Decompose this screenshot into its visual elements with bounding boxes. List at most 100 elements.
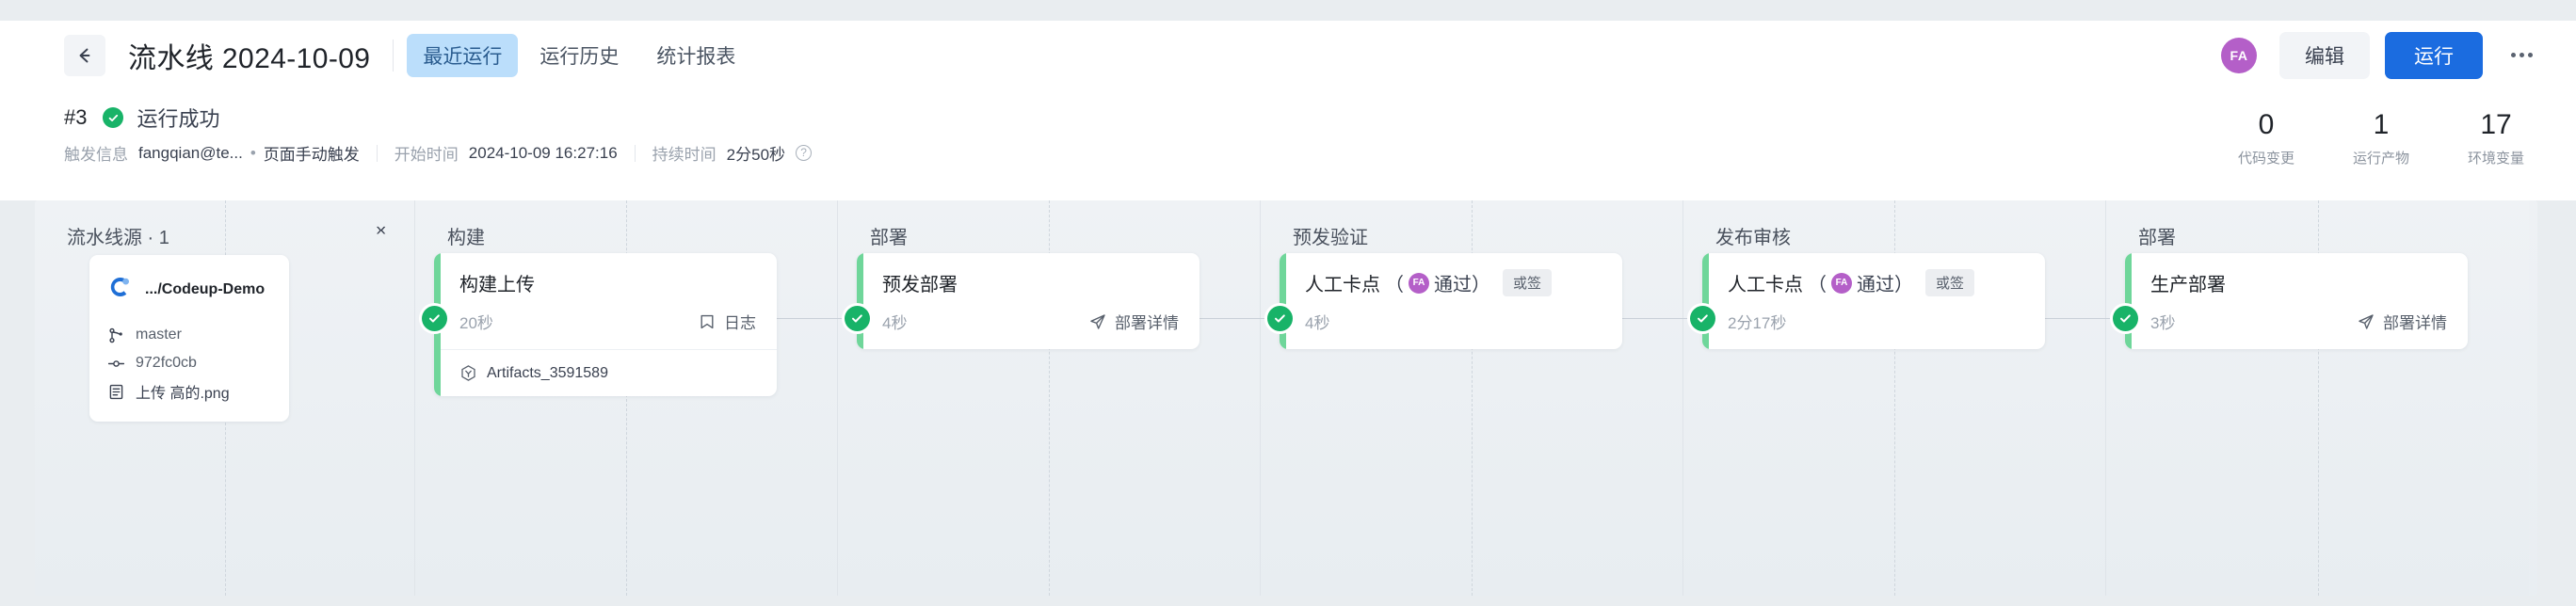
job-artifact-row[interactable]: Artifacts_3591589 bbox=[434, 349, 777, 396]
job-subrow: 3秒 部署详情 bbox=[2150, 310, 2447, 333]
source-repo-name: .../Codeup-Demo bbox=[145, 280, 266, 297]
job-body: 构建上传 20秒 日志 bbox=[434, 253, 777, 349]
stat-code-changes[interactable]: 0 代码变更 bbox=[2226, 108, 2307, 167]
artifact-icon bbox=[459, 364, 477, 382]
paren-open: （ bbox=[1385, 275, 1404, 295]
job-title-row: 预发部署 bbox=[882, 269, 1179, 296]
job-subrow: 4秒 部署详情 bbox=[882, 310, 1179, 333]
job-body: 生产部署 3秒 部署详情 bbox=[2125, 253, 2468, 349]
job-title: 构建上传 bbox=[459, 275, 535, 295]
job-title-row: 人工卡点 （ FA 通过 ） 或签 bbox=[1728, 269, 2024, 296]
run-status-text: 运行成功 bbox=[137, 107, 220, 131]
header-tabs: 最近运行 运行历史 统计报表 bbox=[407, 33, 757, 77]
page-title: 流水线 2024-10-09 bbox=[128, 42, 371, 74]
stage-column-deploy-production: 部署 生产部署 3秒 部署详情 bbox=[2093, 200, 2529, 596]
stage-heading: 部署 bbox=[2138, 228, 2176, 248]
stage-heading: 预发验证 bbox=[1293, 228, 1368, 248]
job-title-row: 人工卡点 （ FA 通过 ） 或签 bbox=[1305, 269, 1602, 296]
approve-text: 通过 bbox=[1434, 275, 1472, 295]
job-subrow: 2分17秒 bbox=[1728, 310, 2024, 333]
job-deploy-detail-label: 部署详情 bbox=[2383, 314, 2447, 332]
check-circle-icon bbox=[103, 107, 124, 128]
approve-text: 通过 bbox=[1857, 275, 1894, 295]
sign-mode-badge: 或签 bbox=[1925, 269, 1975, 296]
log-icon bbox=[699, 313, 716, 330]
run-button[interactable]: 运行 bbox=[2385, 31, 2483, 79]
pipeline-run-page: 流水线 2024-10-09 最近运行 运行历史 统计报表 FA 编辑 运行 #… bbox=[0, 0, 2576, 606]
check-circle-icon bbox=[1267, 306, 1293, 331]
edit-button[interactable]: 编辑 bbox=[2279, 31, 2370, 79]
job-title: 人工卡点 bbox=[1305, 275, 1380, 295]
job-body: 人工卡点 （ FA 通过 ） 或签 4秒 bbox=[1280, 253, 1622, 349]
job-duration: 2分17秒 bbox=[1728, 314, 1787, 332]
paren-close: ） bbox=[1472, 275, 1490, 295]
paren-close: ） bbox=[1894, 275, 1913, 295]
check-circle-icon bbox=[422, 306, 447, 331]
arrow-left-icon bbox=[79, 48, 90, 62]
job-title: 预发部署 bbox=[882, 275, 958, 295]
job-title: 生产部署 bbox=[2150, 275, 2226, 295]
job-card-build-upload[interactable]: 构建上传 20秒 日志 Artifacts_3591589 bbox=[434, 253, 777, 396]
question-circle-icon[interactable]: ? bbox=[796, 145, 813, 161]
job-artifact-name: Artifacts_3591589 bbox=[487, 364, 608, 381]
pipeline-source-column: 流水线源 · 1 ›‹ .../Codeup-Demo master 972fc… bbox=[35, 200, 415, 596]
stage-heading: 构建 bbox=[447, 228, 485, 248]
more-horizontal-icon[interactable] bbox=[2507, 45, 2536, 65]
job-deploy-detail-link[interactable]: 部署详情 bbox=[2358, 310, 2447, 333]
trigger-label: 触发信息 bbox=[64, 146, 128, 164]
tab-recent-run[interactable]: 最近运行 bbox=[407, 33, 519, 77]
job-duration: 3秒 bbox=[2150, 314, 2176, 332]
header-divider bbox=[393, 39, 394, 72]
start-time-value: 2024-10-09 16:27:16 bbox=[468, 143, 618, 162]
source-commit-sha: 972fc0cb bbox=[136, 355, 197, 371]
job-title-row: 生产部署 bbox=[2150, 269, 2447, 296]
back-button[interactable] bbox=[64, 34, 105, 76]
job-duration: 4秒 bbox=[882, 314, 908, 332]
job-body: 人工卡点 （ FA 通过 ） 或签 2分17秒 bbox=[1702, 253, 2045, 349]
deploy-icon bbox=[1089, 313, 1106, 330]
job-card-manual-gate-release[interactable]: 人工卡点 （ FA 通过 ） 或签 2分17秒 bbox=[1702, 253, 2045, 349]
check-circle-icon bbox=[845, 306, 870, 331]
check-circle-icon bbox=[2113, 306, 2138, 331]
paren-open: （ bbox=[1808, 275, 1827, 295]
job-deploy-detail-label: 部署详情 bbox=[1115, 314, 1179, 332]
deploy-icon bbox=[2358, 313, 2375, 330]
collapse-icon[interactable]: ›‹ bbox=[376, 221, 386, 240]
tab-run-history[interactable]: 运行历史 bbox=[523, 34, 635, 77]
job-status-bar bbox=[1702, 253, 1709, 349]
job-status-bar bbox=[1280, 253, 1286, 349]
job-card-staging-deploy[interactable]: 预发部署 4秒 部署详情 bbox=[857, 253, 1199, 349]
meta-separator-2 bbox=[634, 144, 636, 162]
tab-statistics-report[interactable]: 统计报表 bbox=[640, 34, 751, 77]
duration-value: 2分50秒 bbox=[726, 146, 786, 164]
job-deploy-detail-link[interactable]: 部署详情 bbox=[1089, 310, 1179, 333]
approver-avatar: FA bbox=[1831, 272, 1852, 294]
stat-value: 1 bbox=[2373, 109, 2390, 140]
job-duration: 20秒 bbox=[459, 314, 493, 332]
approver-avatar: FA bbox=[1409, 272, 1429, 294]
stat-env-variables[interactable]: 17 环境变量 bbox=[2455, 108, 2536, 167]
job-log-link[interactable]: 日志 bbox=[699, 310, 756, 333]
source-branch-name: master bbox=[136, 327, 182, 343]
commit-icon bbox=[105, 355, 126, 373]
run-meta-row: 触发信息 fangqian@te... • 页面手动触发 开始时间 2024-1… bbox=[64, 141, 813, 165]
header-actions: FA 编辑 运行 bbox=[2221, 31, 2536, 79]
check-circle-icon bbox=[1690, 306, 1715, 331]
trigger-user[interactable]: fangqian@te... bbox=[138, 144, 243, 163]
stat-label: 运行产物 bbox=[2352, 151, 2409, 167]
source-card[interactable]: .../Codeup-Demo master 972fc0cb 上传 高的.pn… bbox=[89, 255, 289, 422]
job-card-production-deploy[interactable]: 生产部署 3秒 部署详情 bbox=[2125, 253, 2468, 349]
stage-heading: 发布审核 bbox=[1715, 228, 1791, 248]
stage-column-build: 构建 构建上传 20秒 日志 Artifacts_3591589 bbox=[415, 200, 850, 596]
source-commit-message: 上传 高的.png bbox=[136, 386, 230, 402]
stat-label: 代码变更 bbox=[2237, 151, 2294, 167]
avatar[interactable]: FA bbox=[2221, 37, 2257, 73]
job-duration: 4秒 bbox=[1305, 314, 1330, 332]
job-card-manual-gate-staging[interactable]: 人工卡点 （ FA 通过 ） 或签 4秒 bbox=[1280, 253, 1622, 349]
stat-artifacts[interactable]: 1 运行产物 bbox=[2341, 108, 2422, 167]
run-number: #3 bbox=[64, 105, 88, 129]
meta-dot: • bbox=[250, 143, 256, 162]
duration-label: 持续时间 bbox=[652, 146, 716, 164]
job-title: 人工卡点 bbox=[1728, 275, 1803, 295]
meta-separator bbox=[376, 144, 378, 162]
